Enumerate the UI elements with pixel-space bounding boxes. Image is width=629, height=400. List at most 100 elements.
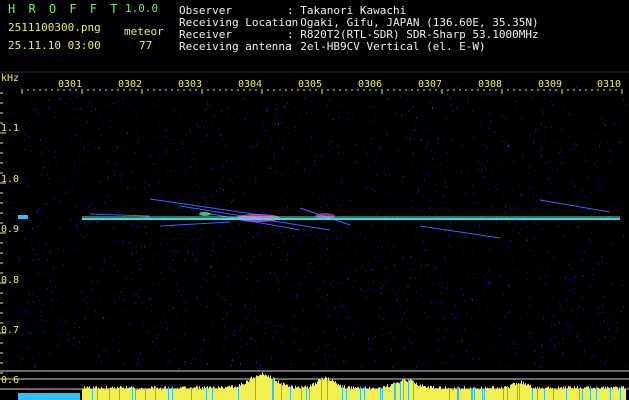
level-bar [250,377,251,400]
level-bar [159,388,160,400]
noise-speck [65,191,67,194]
level-bar [309,386,310,400]
noise-speck [194,131,195,133]
noise-speck [78,170,79,172]
noise-speck [532,96,534,99]
level-bar [514,383,515,400]
noise-speck [573,292,575,295]
noise-speck [161,136,163,138]
level-bar [465,389,466,400]
noise-speck [24,278,26,280]
noise-speck [394,265,396,267]
noise-speck [605,245,607,247]
noise-speck [553,315,555,317]
noise-speck [523,184,525,186]
noise-speck [265,280,267,282]
level-bar [477,388,478,400]
level-bar [279,383,280,400]
noise-speck [46,259,48,262]
noise-speck [572,201,574,203]
noise-speck [282,241,284,244]
noise-speck [501,357,503,359]
noise-speck [83,290,85,292]
noise-speck [407,299,409,300]
noise-speck [424,250,425,252]
noise-speck [391,203,393,205]
noise-speck [221,163,223,166]
noise-speck [227,200,229,201]
noise-speck [446,314,448,316]
noise-speck [107,162,109,164]
noise-speck [114,151,116,153]
noise-speck [209,255,211,257]
noise-speck [297,239,299,242]
level-bar [546,387,547,400]
noise-speck [227,106,229,109]
noise-speck [74,336,76,339]
noise-speck [224,147,226,149]
noise-speck [253,146,255,148]
noise-speck [146,192,148,194]
noise-speck [571,147,573,150]
noise-speck [116,324,118,327]
noise-speck [538,323,540,325]
level-bar [573,388,574,400]
noise-speck [153,275,155,277]
noise-speck [530,166,532,167]
noise-speck [406,326,408,327]
noise-speck [33,365,35,367]
noise-speck [432,200,434,202]
noise-speck [98,128,100,129]
noise-speck [355,303,357,305]
noise-speck [163,122,165,124]
level-bar [447,388,448,400]
noise-speck [501,136,503,138]
noise-speck [442,195,444,198]
noise-speck [494,131,496,134]
level-bar [132,387,133,400]
noise-speck [137,226,139,229]
noise-speck [590,259,592,261]
level-bar [594,387,595,400]
noise-speck [511,332,513,334]
noise-speck [476,201,478,204]
noise-speck [144,226,146,229]
noise-speck [39,246,41,248]
noise-speck [397,151,399,152]
noise-speck [402,257,404,259]
noise-speck [424,311,425,314]
noise-speck [61,302,63,304]
noise-speck [577,345,579,347]
noise-speck [222,178,224,180]
noise-speck [369,306,371,307]
level-bar [389,387,390,400]
level-bar [205,388,206,400]
level-bar [343,387,344,400]
y-tick-label: 0.6 [1,375,20,386]
noise-speck [275,325,277,328]
noise-speck [234,108,236,111]
noise-speck [38,207,40,209]
level-bar [457,386,458,400]
noise-speck [192,348,194,350]
noise-speck [166,327,168,329]
noise-speck [155,150,157,152]
noise-speck [508,349,509,351]
noise-speck [108,177,109,179]
noise-speck [198,272,200,274]
noise-speck [548,161,550,163]
noise-speck [358,236,359,239]
noise-speck [86,120,88,122]
noise-speck [539,299,541,302]
level-bar [404,378,405,400]
noise-speck [578,153,580,155]
noise-speck [94,129,96,131]
noise-speck [380,146,382,149]
level-bar [162,389,163,400]
noise-speck [113,339,115,341]
noise-speck [599,241,601,243]
noise-speck [406,309,408,311]
noise-speck [403,240,404,242]
noise-speck [541,344,543,347]
noise-speck [94,310,96,313]
